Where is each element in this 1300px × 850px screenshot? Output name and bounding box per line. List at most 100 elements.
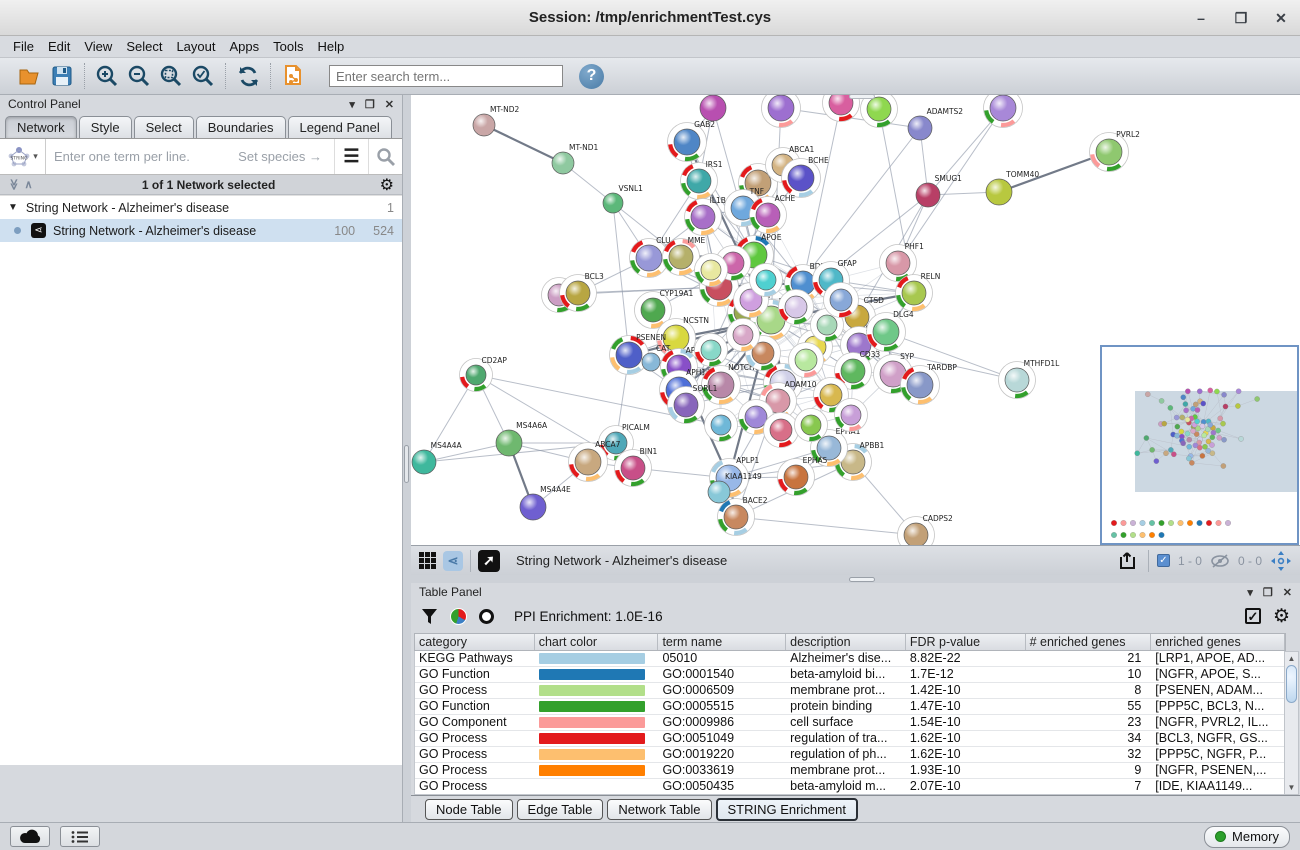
zoom-in-icon[interactable] bbox=[94, 63, 120, 89]
task-history-button[interactable] bbox=[60, 826, 100, 847]
canvas-top-grip[interactable] bbox=[849, 95, 875, 99]
network-node[interactable] bbox=[695, 334, 728, 367]
remove-charts-icon[interactable] bbox=[479, 609, 494, 624]
network-node[interactable]: CD2AP bbox=[460, 356, 508, 392]
network-node[interactable] bbox=[779, 290, 814, 325]
cloud-tasks-button[interactable] bbox=[10, 826, 50, 847]
control-panel-close-icon[interactable]: ✕ bbox=[385, 98, 394, 111]
vertical-splitter-grip[interactable] bbox=[404, 445, 409, 483]
maximize-icon[interactable]: ❐ bbox=[1232, 10, 1250, 27]
table-row[interactable]: GO ComponentGO:0009986cell surface1.54E-… bbox=[415, 715, 1285, 731]
network-node[interactable] bbox=[835, 399, 868, 432]
hidden-eye-icon[interactable] bbox=[1210, 554, 1230, 568]
string-term-input[interactable]: Enter one term per line. Set species → bbox=[46, 149, 334, 164]
scroll-up-icon[interactable]: ▲ bbox=[1285, 652, 1298, 665]
network-node[interactable]: EPHA5 bbox=[778, 456, 828, 496]
tab-network-table[interactable]: Network Table bbox=[607, 799, 711, 820]
network-node[interactable]: TARDBP bbox=[901, 363, 958, 405]
network-node[interactable]: IRS1 bbox=[681, 160, 723, 200]
tab-select[interactable]: Select bbox=[134, 116, 194, 138]
table-scrollbar[interactable]: ▲ ▼ bbox=[1284, 651, 1299, 795]
zoom-selected-icon[interactable] bbox=[190, 63, 216, 89]
menu-file[interactable]: File bbox=[6, 39, 41, 54]
network-node[interactable]: VSNL1 bbox=[603, 184, 643, 213]
network-node[interactable]: GAB2 bbox=[668, 120, 716, 162]
network-node[interactable] bbox=[824, 283, 859, 318]
zoom-fit-icon[interactable] bbox=[158, 63, 184, 89]
expand-all-icon[interactable]: ≫ bbox=[7, 179, 20, 191]
table-row[interactable]: GO ProcessGO:0033619membrane prot...1.93… bbox=[415, 763, 1285, 779]
network-row-selected[interactable]: ⋖ String Network - Alzheimer's disease 1… bbox=[0, 219, 402, 242]
network-node[interactable] bbox=[750, 264, 783, 297]
network-node[interactable] bbox=[700, 95, 726, 121]
string-options-icon[interactable]: ☰ bbox=[334, 139, 368, 174]
set-species-hint[interactable]: Set species → bbox=[238, 149, 334, 164]
vertical-splitter[interactable] bbox=[403, 95, 411, 822]
table-row[interactable]: GO ProcessGO:0050435beta-amyloid m...2.0… bbox=[415, 779, 1285, 795]
grid-view-icon[interactable] bbox=[419, 552, 436, 569]
network-node[interactable] bbox=[861, 95, 898, 128]
string-database-selector[interactable]: STRING ▾ bbox=[0, 139, 46, 174]
table-row[interactable]: GO FunctionGO:0005515protein binding1.47… bbox=[415, 699, 1285, 715]
network-collection-row[interactable]: ▼ String Network - Alzheimer's disease 1 bbox=[0, 196, 402, 219]
string-view-icon[interactable]: ⋖ bbox=[443, 551, 463, 571]
network-node[interactable]: CADPS2 bbox=[898, 514, 954, 545]
menu-tools[interactable]: Tools bbox=[266, 39, 310, 54]
menu-view[interactable]: View bbox=[77, 39, 119, 54]
filter-icon[interactable] bbox=[421, 608, 438, 625]
network-node[interactable]: ADAMTS2 bbox=[908, 107, 963, 140]
table-row[interactable]: GO ProcessGO:0019220regulation of ph...1… bbox=[415, 747, 1285, 763]
network-node[interactable] bbox=[984, 95, 1023, 128]
birds-eye-view[interactable] bbox=[1100, 345, 1299, 545]
network-node[interactable] bbox=[727, 319, 760, 352]
detach-view-icon[interactable]: ➚ bbox=[478, 550, 500, 572]
minimize-icon[interactable]: – bbox=[1192, 10, 1210, 26]
table-row[interactable]: GO FunctionGO:0001540beta-amyloid bi...1… bbox=[415, 667, 1285, 683]
memory-button[interactable]: Memory bbox=[1204, 826, 1290, 848]
network-node[interactable] bbox=[789, 343, 824, 378]
column-header-chart-color[interactable]: chart color bbox=[535, 634, 659, 650]
table-row[interactable]: GO ProcessGO:0051049regulation of tra...… bbox=[415, 731, 1285, 747]
network-node[interactable] bbox=[795, 409, 828, 442]
network-node[interactable]: BACE2 bbox=[718, 496, 768, 536]
tab-string-enrichment[interactable]: STRING Enrichment bbox=[716, 798, 858, 821]
control-panel-float-icon[interactable]: ❒ bbox=[365, 98, 375, 111]
menu-edit[interactable]: Edit bbox=[41, 39, 77, 54]
scrollbar-thumb[interactable] bbox=[1286, 665, 1297, 703]
enrichment-settings-gear-icon[interactable]: ⚙ bbox=[1273, 605, 1290, 628]
navigate-icon[interactable] bbox=[1270, 550, 1292, 572]
select-rows-checkbox-icon[interactable]: ✓ bbox=[1245, 608, 1261, 624]
network-node[interactable]: ABCA7 bbox=[569, 440, 621, 482]
menu-select[interactable]: Select bbox=[119, 39, 169, 54]
network-node[interactable]: MS4A4A bbox=[412, 441, 463, 474]
horizontal-splitter-grip[interactable] bbox=[849, 577, 875, 582]
network-from-file-icon[interactable] bbox=[280, 63, 306, 89]
network-node[interactable]: MT-ND1 bbox=[552, 143, 599, 174]
scroll-down-icon[interactable]: ▼ bbox=[1285, 781, 1298, 794]
zoom-out-icon[interactable] bbox=[126, 63, 152, 89]
tab-style[interactable]: Style bbox=[79, 116, 132, 138]
search-input[interactable] bbox=[329, 65, 563, 87]
table-row[interactable]: GO ProcessGO:0006509membrane prot...1.42… bbox=[415, 683, 1285, 699]
export-view-icon[interactable] bbox=[1118, 551, 1140, 571]
network-node[interactable]: PVRL2 bbox=[1090, 130, 1141, 172]
menu-help[interactable]: Help bbox=[311, 39, 352, 54]
column-header-enriched-genes[interactable]: enriched genes bbox=[1151, 634, 1285, 650]
network-node[interactable] bbox=[764, 413, 799, 448]
network-panel-gear-icon[interactable]: ⚙ bbox=[380, 175, 394, 195]
network-canvas[interactable]: MT-ND2MT-ND1VSNL1GAB2IRS1CHATABCA1BCHEIL… bbox=[411, 95, 1300, 545]
help-icon[interactable]: ? bbox=[579, 64, 604, 89]
refresh-icon[interactable] bbox=[235, 63, 261, 89]
close-icon[interactable]: ✕ bbox=[1272, 10, 1290, 27]
network-node[interactable] bbox=[762, 95, 801, 128]
horizontal-splitter[interactable] bbox=[411, 575, 1300, 583]
collection-expand-icon[interactable]: ▼ bbox=[8, 202, 18, 213]
column-header-term-name[interactable]: term name bbox=[658, 634, 786, 650]
table-panel-menu-icon[interactable]: ▾ bbox=[1247, 586, 1253, 599]
draw-charts-icon[interactable] bbox=[450, 608, 467, 625]
selected-nodes-checkbox-icon[interactable]: ✓ bbox=[1157, 554, 1170, 567]
tab-boundaries[interactable]: Boundaries bbox=[196, 116, 286, 138]
network-node[interactable]: MTHFD1L bbox=[999, 359, 1061, 399]
table-row[interactable]: KEGG Pathways05010Alzheimer's dise...8.8… bbox=[415, 651, 1285, 667]
menu-layout[interactable]: Layout bbox=[169, 39, 222, 54]
